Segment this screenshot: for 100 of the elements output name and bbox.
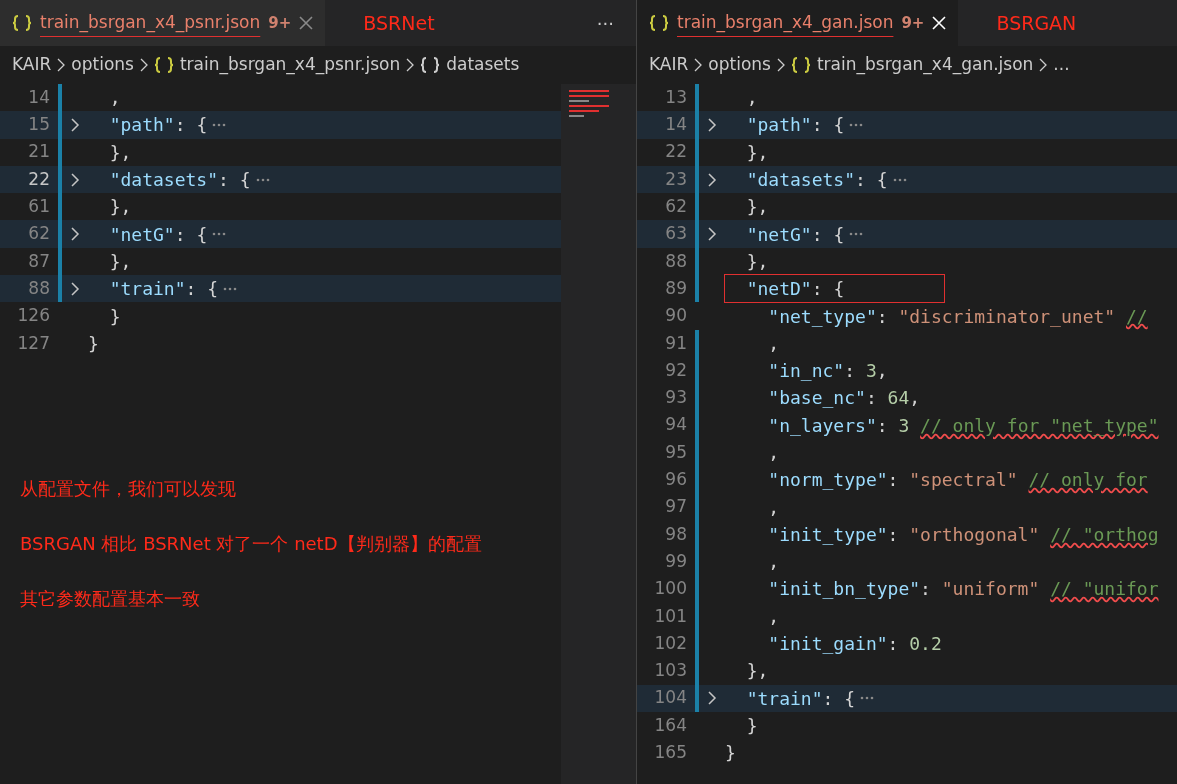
chevron-right-icon: [139, 58, 148, 72]
editor-tab[interactable]: train_bsrgan_x4_gan.json 9+: [637, 0, 959, 46]
code-line: "net_type": "discriminator_unet" //: [767, 304, 1148, 329]
breadcrumb-item[interactable]: options: [71, 52, 134, 78]
code-line: "init_type": "orthogonal" // "orthog: [767, 522, 1159, 547]
tab-label: train_bsrgan_x4_psnr.json: [40, 11, 261, 35]
line-number: 102: [653, 631, 687, 655]
code-line: "base_nc": 64,: [767, 386, 921, 411]
ellipsis-icon[interactable]: [212, 122, 227, 127]
json-braces-icon: [649, 15, 669, 31]
line-number: 103: [653, 659, 687, 683]
line-number: 87: [27, 249, 50, 273]
problem-count: 9+: [268, 12, 292, 34]
line-number: 89: [664, 276, 687, 300]
chevron-right-icon[interactable]: [70, 171, 80, 188]
code-line: }: [745, 713, 758, 738]
code-line: "netG": {: [745, 222, 845, 247]
code-line: },: [108, 140, 132, 165]
annotation-label: BSRNet: [363, 10, 435, 36]
code-line: "init_gain": 0.2: [767, 632, 942, 657]
line-number: 92: [664, 358, 687, 382]
line-number: 23: [664, 167, 687, 191]
line-number: 101: [653, 604, 687, 628]
chevron-right-icon: [406, 58, 415, 72]
chevron-right-icon: [57, 58, 66, 72]
line-number: 15: [27, 113, 50, 137]
chevron-right-icon[interactable]: [707, 226, 717, 243]
code-line: ,: [767, 331, 780, 356]
ellipsis-icon[interactable]: [849, 122, 864, 127]
ellipsis-icon[interactable]: [212, 232, 227, 237]
problem-count: 9+: [901, 12, 925, 34]
line-number: 95: [664, 440, 687, 464]
line-number: 21: [27, 140, 50, 164]
code-line: "path": {: [745, 113, 845, 138]
annotation-note: BSRGAN 相比 BSRNet 对了一个 netD【判别器】的配置: [20, 531, 483, 556]
breadcrumb-item[interactable]: train_bsrgan_x4_gan.json: [816, 52, 1034, 78]
line-number: 62: [664, 195, 687, 219]
code-line: }: [88, 331, 99, 356]
ellipsis-icon[interactable]: [223, 286, 238, 291]
more-actions-button[interactable]: ···: [596, 9, 614, 37]
code-line: ,: [767, 441, 780, 465]
ellipsis-icon[interactable]: [892, 177, 907, 182]
line-number: 88: [27, 276, 50, 300]
line-number: 127: [16, 331, 50, 355]
json-braces-icon: [153, 57, 174, 73]
breadcrumb-item[interactable]: options: [708, 52, 771, 78]
ellipsis-icon[interactable]: [255, 177, 270, 182]
chevron-right-icon[interactable]: [70, 116, 80, 133]
line-number: 91: [664, 331, 687, 355]
line-number: 22: [27, 167, 50, 191]
editor-tab[interactable]: train_bsrgan_x4_psnr.json 9+: [0, 0, 326, 46]
chevron-right-icon: [776, 58, 785, 72]
chevron-right-icon[interactable]: [707, 116, 717, 133]
breadcrumb-item[interactable]: train_bsrgan_x4_psnr.json: [179, 52, 401, 78]
breadcrumb-item[interactable]: KAIR: [12, 52, 52, 78]
chevron-right-icon: [694, 58, 703, 72]
code-line: "init_bn_type": "uniform" // "unifor: [767, 577, 1159, 602]
line-number: 14: [27, 85, 50, 109]
code-line: "netD": {: [725, 275, 945, 303]
line-number: 61: [27, 195, 50, 219]
chevron-right-icon[interactable]: [70, 280, 80, 297]
line-number: 22: [664, 140, 687, 164]
tab-label: train_bsrgan_x4_gan.json: [677, 11, 894, 35]
breadcrumb-item[interactable]: datasets: [446, 52, 520, 78]
code-line: ,: [767, 495, 780, 520]
line-number: 93: [664, 386, 687, 410]
chevron-right-icon[interactable]: [707, 690, 717, 707]
code-line: }: [108, 304, 121, 329]
code-line: ,: [767, 604, 780, 629]
ellipsis-icon[interactable]: [849, 232, 864, 237]
code-line: },: [745, 659, 769, 684]
code-line: }: [725, 741, 736, 766]
json-braces-icon: [420, 57, 441, 73]
chevron-right-icon: [1039, 58, 1048, 72]
line-number: 62: [27, 222, 50, 246]
breadcrumb-item[interactable]: ...: [1053, 52, 1070, 78]
annotation-label: BSRGAN: [996, 10, 1077, 36]
json-braces-icon: [790, 57, 811, 73]
annotation-note: 其它参数配置基本一致: [20, 586, 201, 611]
code-line: "datasets": {: [108, 168, 251, 193]
code-line: "train": {: [108, 277, 219, 302]
code-line: "path": {: [108, 113, 208, 138]
line-number: 104: [653, 686, 687, 710]
breadcrumb-item[interactable]: KAIR: [649, 52, 689, 78]
code-line: "datasets": {: [745, 168, 888, 193]
line-number: 90: [664, 304, 687, 328]
code-line: ,: [108, 86, 121, 111]
code-line: "netG": {: [108, 222, 208, 247]
code-line: },: [745, 140, 769, 165]
code-line: },: [108, 195, 132, 220]
line-number: 63: [664, 222, 687, 246]
line-number: 88: [664, 249, 687, 273]
chevron-right-icon[interactable]: [70, 226, 80, 243]
code-line: ,: [767, 550, 780, 575]
line-number: 94: [664, 413, 687, 437]
code-line: "in_nc": 3,: [767, 359, 888, 384]
line-number: 97: [664, 495, 687, 519]
ellipsis-icon[interactable]: [860, 696, 875, 701]
line-number: 165: [653, 741, 687, 764]
chevron-right-icon[interactable]: [707, 171, 717, 188]
